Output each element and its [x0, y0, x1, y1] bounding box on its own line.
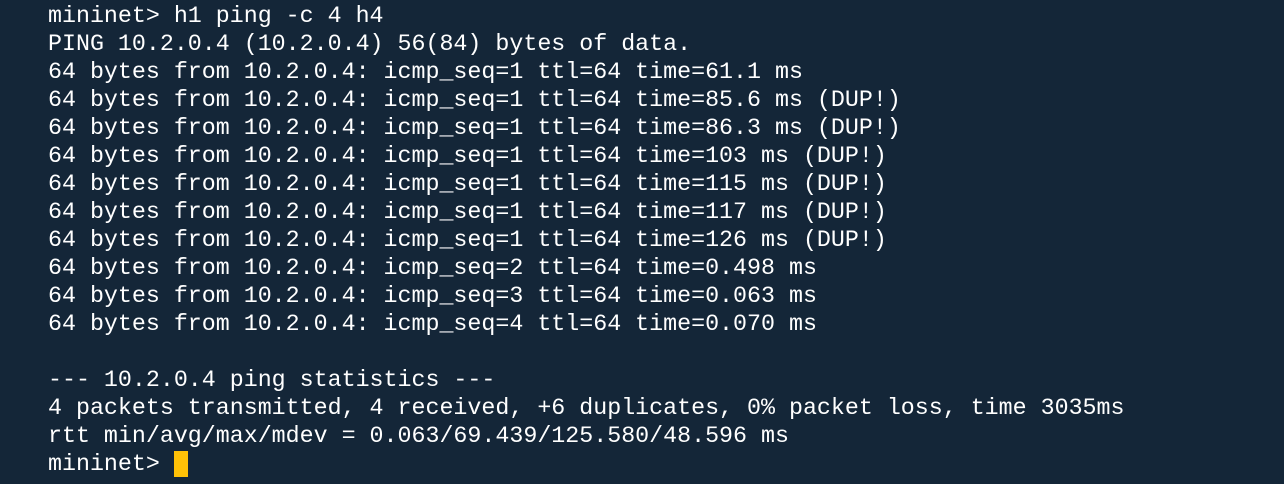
terminal-line: 64 bytes from 10.2.0.4: icmp_seq=3 ttl=6…	[48, 283, 817, 309]
terminal-line: 64 bytes from 10.2.0.4: icmp_seq=1 ttl=6…	[48, 227, 887, 253]
terminal-line: 64 bytes from 10.2.0.4: icmp_seq=1 ttl=6…	[48, 115, 901, 141]
terminal-line: PING 10.2.0.4 (10.2.0.4) 56(84) bytes of…	[48, 31, 692, 57]
cursor-block	[173, 451, 188, 477]
terminal-line: --- 10.2.0.4 ping statistics ---	[48, 367, 496, 393]
terminal-line: 64 bytes from 10.2.0.4: icmp_seq=1 ttl=6…	[48, 171, 887, 197]
terminal-line: 64 bytes from 10.2.0.4: icmp_seq=2 ttl=6…	[48, 255, 817, 281]
terminal-line: 64 bytes from 10.2.0.4: icmp_seq=1 ttl=6…	[48, 87, 901, 113]
terminal-line: 64 bytes from 10.2.0.4: icmp_seq=4 ttl=6…	[48, 311, 817, 337]
terminal-line: 64 bytes from 10.2.0.4: icmp_seq=1 ttl=6…	[48, 199, 887, 225]
terminal-line: mininet> h1 ping -c 4 h4	[48, 3, 384, 29]
terminal-line: 64 bytes from 10.2.0.4: icmp_seq=1 ttl=6…	[48, 59, 803, 85]
terminal-prompt-line[interactable]: mininet>	[48, 450, 1284, 478]
terminal-line: 64 bytes from 10.2.0.4: icmp_seq=1 ttl=6…	[48, 143, 887, 169]
prompt-text: mininet>	[48, 451, 160, 477]
terminal-line: 4 packets transmitted, 4 received, +6 du…	[48, 395, 1125, 421]
terminal-window[interactable]: mininet> h1 ping -c 4 h4 PING 10.2.0.4 (…	[0, 2, 1284, 484]
terminal-line: rtt min/avg/max/mdev = 0.063/69.439/125.…	[48, 423, 789, 449]
